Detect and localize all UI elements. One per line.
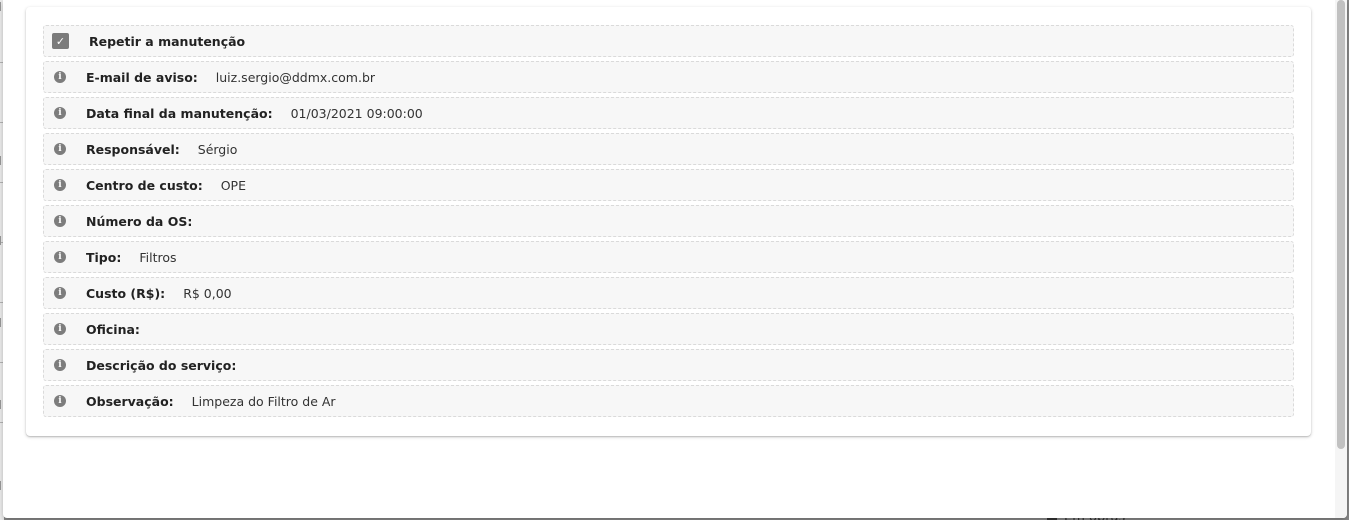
- field-row-email: i E-mail de aviso: luiz.sergio@ddmx.com.…: [43, 61, 1294, 93]
- repeat-maintenance-label: Repetir a manutenção: [89, 33, 246, 49]
- maintenance-fields-list: ✓ Repetir a manutenção i E-mail de aviso…: [43, 25, 1294, 421]
- field-row-end-date: i Data final da manutenção: 01/03/2021 0…: [43, 97, 1294, 129]
- field-value: luiz.sergio@ddmx.com.br: [215, 69, 376, 85]
- field-value: R$ 0,00: [183, 285, 232, 301]
- info-icon[interactable]: i: [54, 215, 66, 227]
- info-icon[interactable]: i: [54, 395, 66, 407]
- repeat-maintenance-row: ✓ Repetir a manutenção: [43, 25, 1294, 57]
- info-icon[interactable]: i: [54, 179, 66, 191]
- info-icon[interactable]: i: [54, 251, 66, 263]
- dialog-scrollbar[interactable]: [1335, 0, 1347, 518]
- info-icon[interactable]: i: [54, 287, 66, 299]
- maintenance-details-card: ✓ Repetir a manutenção i E-mail de aviso…: [26, 7, 1311, 436]
- field-row-cost-center: i Centro de custo: OPE: [43, 169, 1294, 201]
- field-row-os-number: i Número da OS:: [43, 205, 1294, 237]
- field-value: Filtros: [139, 249, 177, 265]
- info-icon[interactable]: i: [54, 323, 66, 335]
- scrollbar-thumb[interactable]: [1337, 0, 1345, 449]
- field-label: Tipo:: [86, 249, 122, 265]
- repeat-maintenance-checkbox[interactable]: ✓: [52, 33, 69, 49]
- info-icon[interactable]: i: [54, 107, 66, 119]
- field-label: Centro de custo:: [86, 177, 203, 193]
- field-label: Número da OS:: [86, 213, 193, 229]
- field-label: Observação:: [86, 393, 174, 409]
- check-icon: ✓: [55, 34, 66, 48]
- field-value: 01/03/2021 09:00:00: [290, 105, 423, 121]
- field-row-responsible: i Responsável: Sérgio: [43, 133, 1294, 165]
- field-row-workshop: i Oficina:: [43, 313, 1294, 345]
- maintenance-details-dialog: ✓ Repetir a manutenção i E-mail de aviso…: [3, 0, 1347, 518]
- info-icon[interactable]: i: [54, 359, 66, 371]
- field-label: Custo (R$):: [86, 285, 166, 301]
- field-label: E-mail de aviso:: [86, 69, 198, 85]
- info-icon[interactable]: i: [54, 71, 66, 83]
- field-row-notes: i Observação: Limpeza do Filtro de Ar: [43, 385, 1294, 417]
- field-value: OPE: [220, 177, 246, 193]
- field-value: Sérgio: [197, 141, 238, 157]
- info-icon[interactable]: i: [54, 143, 66, 155]
- field-row-cost: i Custo (R$): R$ 0,00: [43, 277, 1294, 309]
- field-row-service-description: i Descrição do serviço:: [43, 349, 1294, 381]
- field-label: Oficina:: [86, 321, 140, 337]
- field-row-type: i Tipo: Filtros: [43, 241, 1294, 273]
- field-value: Limpeza do Filtro de Ar: [191, 393, 336, 409]
- field-label: Descrição do serviço:: [86, 357, 237, 373]
- field-label: Data final da manutenção:: [86, 105, 273, 121]
- field-label: Responsável:: [86, 141, 180, 157]
